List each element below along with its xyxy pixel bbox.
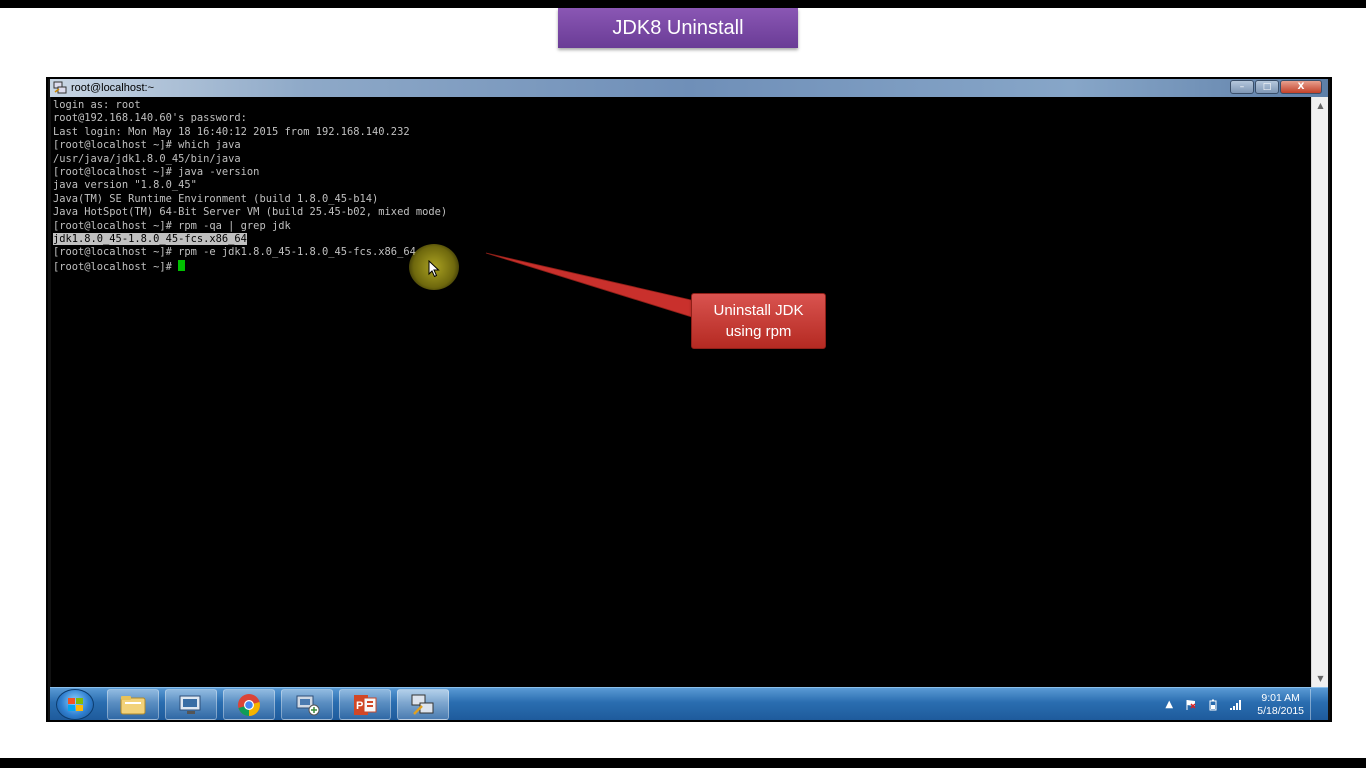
window-titlebar[interactable]: root@localhost:~ – □ X [50,79,1328,97]
taskbar-putty[interactable] [397,689,449,720]
terminal-line: java version "1.8.0_45" [53,179,197,192]
start-button[interactable] [56,689,94,720]
taskbar-file-explorer[interactable] [107,689,159,720]
callout-line-2: using rpm [725,323,792,340]
terminal-scrollbar[interactable]: ▲ ▼ [1311,97,1328,687]
taskbar-chrome[interactable] [223,689,275,720]
show-desktop-button[interactable] [1310,689,1320,720]
annotation-callout: Uninstall JDK using rpm [691,293,826,349]
window-title: root@localhost:~ [71,82,155,94]
scroll-down-arrow-icon[interactable]: ▼ [1312,670,1329,687]
terminal-output[interactable]: login as: root root@192.168.140.60's pas… [51,97,1311,687]
callout-line-1: Uninstall JDK [713,302,804,319]
svg-text:P: P [356,700,363,712]
terminal-line: /usr/java/jdk1.8.0_45/bin/java [53,152,241,165]
slide-title: JDK8 Uninstall [612,16,744,39]
window-controls: – □ X [1229,80,1322,94]
chrome-icon [238,693,260,716]
terminal-line-highlighted: jdk1.8.0_45-1.8.0_45-fcs.x86_64 [51,232,1311,246]
slide-title-banner: JDK8 Uninstall [558,8,798,48]
mouse-pointer-icon [428,260,440,278]
putty-icon [411,694,434,715]
maximize-button[interactable]: □ [1255,80,1279,94]
taskbar-network-tool[interactable] [281,689,333,720]
close-button[interactable]: X [1280,80,1322,94]
powerpoint-icon: P [354,694,377,715]
terminal-line: Last login: Mon May 18 16:40:12 2015 fro… [53,125,410,138]
clock-date: 5/18/2015 [1257,704,1304,717]
clock-time: 9:01 AM [1261,691,1300,704]
windows-logo-icon [68,698,83,711]
terminal-prompt: [root@localhost ~]# [53,260,179,273]
top-letterbox [0,0,1366,8]
terminal-line: [root@localhost ~]# which java [53,139,241,152]
terminal-line: Java(TM) SE Runtime Environment (build 1… [53,192,379,205]
show-hidden-icons-arrow-icon[interactable]: ▲ [1163,699,1175,711]
folder-icon [120,695,146,714]
remote-desktop-icon [179,695,201,714]
minimize-button[interactable]: – [1230,80,1254,94]
action-center-flag-icon[interactable] [1185,699,1197,711]
battery-icon[interactable] [1207,699,1219,711]
system-clock[interactable]: 9:01 AM 5/18/2015 [1257,692,1304,718]
terminal-line: [root@localhost ~]# rpm -qa | grep jdk [53,219,291,232]
taskbar-remote-desktop[interactable] [165,689,217,720]
bottom-letterbox [0,758,1366,768]
terminal-prompt-line: [root@localhost ~]# [51,259,1311,273]
putty-icon [53,81,67,94]
terminal-line: [root@localhost ~]# java -version [53,165,260,178]
network-tool-icon [296,695,320,715]
terminal-line: login as: root [53,99,141,111]
terminal-cursor [178,259,186,271]
system-tray: ▲ 9:01 AM 5/18/2015 [1163,688,1320,721]
terminal-line: root@192.168.140.60's password: [53,112,247,125]
selected-text: jdk1.8.0_45-1.8.0_45-fcs.x86_64 [53,232,247,245]
taskbar: P ▲ 9:01 AM 5/18/2015 [50,687,1328,720]
taskbar-powerpoint[interactable]: P [339,689,391,720]
terminal-line: [root@localhost ~]# rpm -e jdk1.8.0_45-1… [53,246,416,259]
signal-strength-icon[interactable] [1229,699,1242,711]
scroll-up-arrow-icon[interactable]: ▲ [1312,97,1329,114]
terminal-line: Java HotSpot(TM) 64-Bit Server VM (build… [53,206,448,219]
